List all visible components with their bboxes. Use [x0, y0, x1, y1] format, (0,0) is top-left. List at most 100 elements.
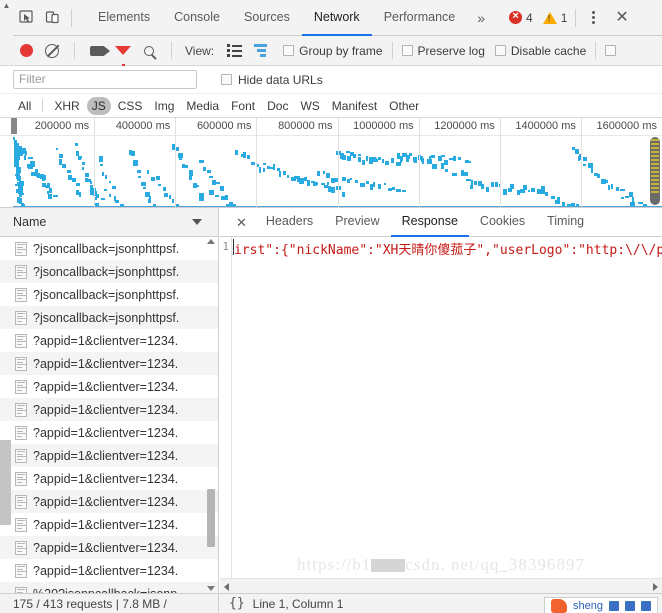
script-file-icon [15, 517, 27, 532]
response-body[interactable]: 1 irst":{"nickName":"XH天晴你傻菰子","userLogo… [220, 237, 662, 593]
device-toolbar-icon[interactable] [39, 5, 65, 31]
sort-desc-caret-icon[interactable] [192, 219, 202, 225]
close-detail-icon[interactable]: ✕ [228, 216, 255, 229]
ime-toolbar[interactable]: sheng [544, 597, 658, 613]
requests-list-scrollbar[interactable] [206, 237, 216, 593]
search-icon[interactable] [136, 38, 162, 64]
pretty-print-icon[interactable]: {} [229, 596, 245, 611]
overview-request-dot [457, 156, 461, 160]
ime-settings-icon[interactable] [641, 601, 651, 611]
script-file-icon [15, 287, 27, 302]
tab-network[interactable]: Network [301, 0, 372, 36]
overview-scrollbar[interactable] [650, 137, 660, 205]
overview-request-dot [28, 156, 34, 159]
type-filter-media[interactable]: Media [181, 97, 224, 115]
tab-console[interactable]: Console [162, 0, 232, 36]
close-icon[interactable]: ✕ [605, 9, 638, 26]
table-row[interactable]: ?appid=1&clientver=1234. [0, 490, 218, 513]
ime-keyboard-icon[interactable] [609, 601, 619, 611]
requests-list[interactable]: ?jsoncallback=jsonphttpsf. ?jsoncallback=… [0, 237, 218, 593]
overview-request-dot [409, 152, 413, 156]
table-row[interactable]: ?appid=1&clientver=1234. [0, 375, 218, 398]
overview-request-dot [18, 150, 23, 156]
hide-data-urls-checkbox[interactable]: Hide data URLs [221, 73, 323, 87]
type-filter-font[interactable]: Font [226, 97, 260, 115]
table-row[interactable]: ?jsoncallback=jsonphttpsf. [0, 260, 218, 283]
table-row[interactable]: ?appid=1&clientver=1234. [0, 398, 218, 421]
tab-response[interactable]: Response [390, 208, 469, 237]
list-view-icon[interactable] [221, 38, 247, 64]
filter-funnel-icon[interactable] [110, 38, 136, 69]
type-filter-ws[interactable]: WS [295, 97, 324, 115]
table-row[interactable]: ?appid=1&clientver=1234. [0, 467, 218, 490]
name-column-label: Name [13, 215, 47, 229]
type-filter-other[interactable]: Other [384, 97, 424, 115]
tab-sources[interactable]: Sources [232, 0, 302, 36]
tab-timing[interactable]: Timing [536, 208, 595, 237]
response-horizontal-scrollbar[interactable] [220, 578, 662, 593]
more-tabs-chevron-icon[interactable]: » [467, 10, 495, 26]
overview-left-handle[interactable] [11, 118, 17, 134]
offline-checkbox-clipped[interactable] [605, 45, 617, 56]
table-row[interactable]: ?appid=1&clientver=1234. [0, 536, 218, 559]
overview-request-dot [485, 186, 489, 192]
checkbox-box [221, 74, 232, 85]
overview-tick-label: 800000 ms [278, 120, 333, 132]
disable-cache-checkbox[interactable]: Disable cache [494, 44, 586, 58]
waterfall-view-icon[interactable] [247, 38, 273, 64]
group-by-frame-checkbox[interactable]: Group by frame [283, 44, 383, 58]
type-filter-xhr[interactable]: XHR [49, 97, 84, 115]
table-row[interactable]: ?appid=1&clientver=1234. [0, 352, 218, 375]
overview-request-dot [391, 187, 395, 191]
overview-request-dot [342, 191, 346, 197]
overview-request-dot [215, 182, 220, 185]
network-toolbar: View: Group by frame Preserve log Disabl… [0, 36, 662, 69]
scroll-left-arrow-icon[interactable] [224, 583, 229, 591]
tab-preview[interactable]: Preview [324, 208, 390, 237]
table-row[interactable]: ?appid=1&clientver=1234. [0, 421, 218, 444]
ime-logo-icon [551, 599, 568, 613]
type-filter-manifest[interactable]: Manifest [327, 97, 382, 115]
overview-request-dot [384, 161, 389, 166]
warning-icon [542, 11, 557, 24]
table-row[interactable]: ?appid=1&clientver=1234. [0, 444, 218, 467]
table-row[interactable]: ?appid=1&clientver=1234. [0, 559, 218, 582]
type-filter-css[interactable]: CSS [113, 97, 148, 115]
inspect-element-icon[interactable] [13, 5, 39, 31]
kebab-menu-icon[interactable] [582, 11, 605, 24]
tab-performance[interactable]: Performance [372, 0, 468, 36]
table-row[interactable]: ?jsoncallback=jsonphttpsf. [0, 306, 218, 329]
tab-cookies[interactable]: Cookies [469, 208, 536, 237]
table-row[interactable]: ?appid=1&clientver=1234. [0, 513, 218, 536]
outer-scroll-up[interactable]: ▲ [0, 0, 13, 36]
window-scrollbar-thumb[interactable] [0, 440, 11, 525]
ime-panel-icon[interactable] [625, 601, 635, 611]
table-row[interactable]: ?jsoncallback=jsonphttpsf. [0, 237, 218, 260]
clear-button-icon[interactable] [39, 38, 65, 64]
type-filter-js[interactable]: JS [86, 96, 111, 115]
overview-request-dot [135, 161, 138, 166]
scroll-up-arrow-icon[interactable] [207, 239, 215, 244]
name-column-header[interactable]: Name [0, 208, 218, 237]
scrollbar-thumb[interactable] [207, 489, 215, 547]
table-row[interactable]: %20?jsonpcallback=jsonp.. [0, 582, 218, 593]
preserve-log-checkbox[interactable]: Preserve log [401, 44, 485, 58]
overview-request-dot [202, 166, 206, 171]
filter-input[interactable]: Filter [13, 70, 197, 89]
type-filter-all[interactable]: All [13, 97, 36, 115]
type-filter-doc[interactable]: Doc [262, 97, 293, 115]
record-button-icon[interactable] [13, 38, 39, 64]
tab-elements[interactable]: Elements [86, 0, 162, 36]
tab-headers[interactable]: Headers [255, 208, 324, 237]
scroll-right-arrow-icon[interactable] [653, 583, 658, 591]
table-row[interactable]: ?jsoncallback=jsonphttpsf. [0, 283, 218, 306]
script-file-icon [15, 448, 27, 463]
overview-request-dot [195, 184, 199, 187]
request-name: ?jsoncallback=jsonphttpsf. [33, 310, 180, 325]
scroll-down-arrow-icon[interactable] [207, 586, 215, 591]
network-overview-timeline[interactable]: 200000 ms 400000 ms 600000 ms 800000 ms 1000… [0, 118, 662, 208]
type-filter-img[interactable]: Img [149, 97, 179, 115]
overview-request-dot [183, 164, 189, 168]
table-row[interactable]: ?appid=1&clientver=1234. [0, 329, 218, 352]
camera-icon[interactable] [84, 38, 110, 64]
